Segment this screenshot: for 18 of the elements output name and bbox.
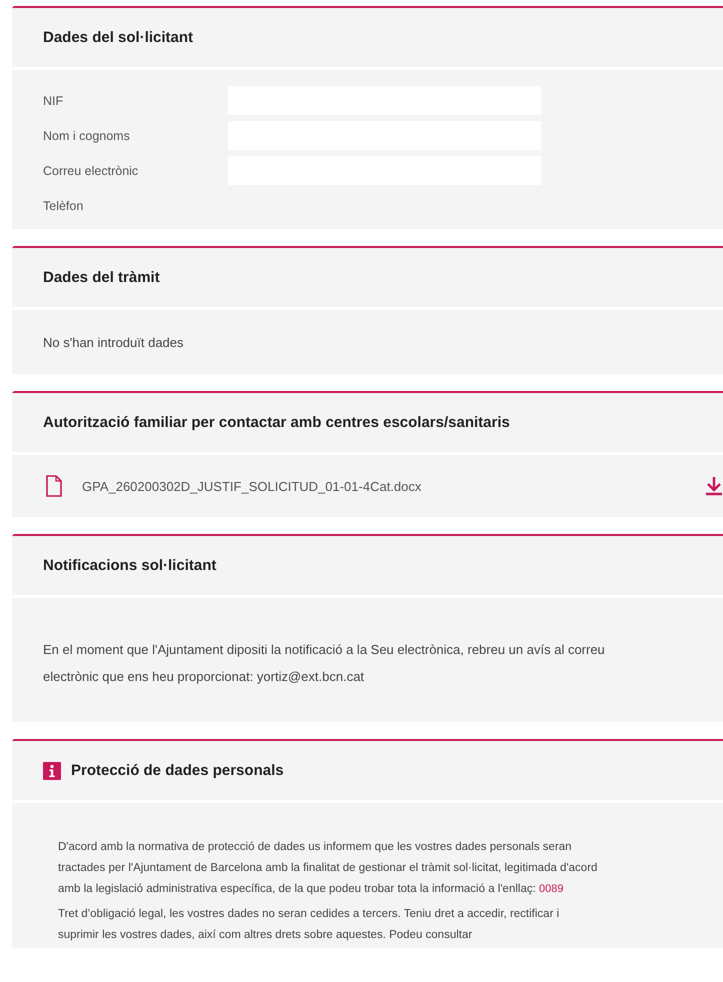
section-title: Dades del tràmit [43, 269, 160, 286]
field-label: Telèfon [43, 198, 84, 212]
notification-text: En el moment que l'Ajuntament dipositi la notificació a la Seu electrònica, rebreu un avís al correu electrònic que ens heu proporcionat: yortiz@ext.bcn.cat [43, 641, 606, 686]
field-label: NIF [43, 94, 64, 108]
field-label: Nom i cognoms [43, 128, 131, 142]
document-icon [46, 475, 62, 497]
section-title: Dades del sol·licitant [43, 29, 194, 46]
section-title: Autorització familiar per contactar amb centres escolars/sanitaris [43, 414, 510, 431]
section-title: Protecció de dades personals [71, 762, 284, 779]
info-icon [43, 762, 61, 780]
privacy-paragraph: Tret d’obligació legal, les vostres dades no seran cedides a tercers. Teniu dret a accedir, rectificar i suprimir les vostres dades, així com altres drets sobre aquestes. Podeu consultar [58, 907, 560, 943]
file-name: GPA_260200302D_JUSTIF_SOLICITUD_01-01-4Cat.docx [82, 478, 422, 494]
download-icon[interactable] [705, 476, 723, 496]
empty-message: No s'han introduït dades [43, 334, 185, 352]
privacy-link[interactable]: 0089 [539, 883, 564, 895]
section-title: Notificacions sol·licitant [43, 557, 216, 574]
field-label: Correu electrònic [43, 164, 140, 178]
privacy-paragraph: D'acord amb la normativa de protecció de dades us informem que les vostres dades personals seran tractades per l'Ajuntament de Barcelona amb la finalitat de gestionar el tràmit sol·licitat, legitimada d'acord amb la legislació administrativa específica, de la que podeu trobar tota la informació a l'enllaç: 0089 [58, 840, 598, 897]
